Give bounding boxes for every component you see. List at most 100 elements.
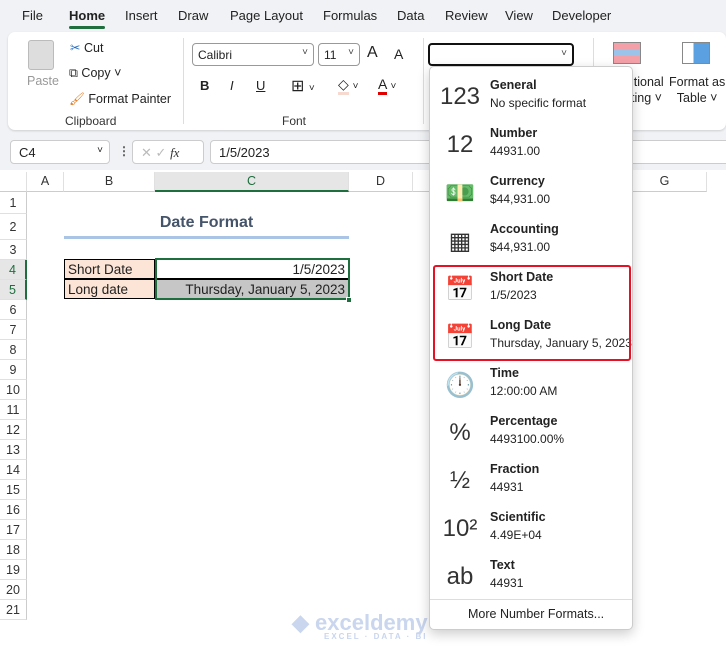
format-option-time[interactable]: 🕛 Time 12:00:00 AM	[430, 361, 632, 409]
scientific-icon: 10²	[442, 515, 478, 542]
row-header-21[interactable]: 21	[0, 600, 27, 620]
row-header-2[interactable]: 2	[0, 214, 27, 240]
cell-b4[interactable]: Short Date	[64, 259, 155, 279]
row-header-16[interactable]: 16	[0, 500, 27, 520]
row-header-3[interactable]: 3	[0, 240, 27, 260]
row-header-4[interactable]: 4	[0, 260, 27, 280]
insert-function-button[interactable]: fx	[170, 145, 179, 160]
format-table-label-2: Table	[676, 91, 707, 105]
tab-page-layout[interactable]: Page Layout	[230, 8, 303, 23]
format-option-currency[interactable]: 💵 Currency $44,931.00	[430, 169, 632, 217]
row-header-13[interactable]: 13	[0, 440, 27, 460]
font-group-label: Font	[282, 114, 307, 128]
format-name: Time	[490, 366, 519, 380]
format-option-accounting[interactable]: ▦ Accounting $44,931.00	[430, 217, 632, 265]
font-color-icon: A	[378, 76, 387, 95]
decrease-font-button[interactable]: A	[394, 46, 403, 62]
highlight-box	[433, 265, 631, 361]
cancel-icon[interactable]: ✕	[141, 145, 152, 160]
conditional-label-1: itional	[631, 75, 664, 89]
clock-icon: 🕛	[445, 371, 475, 399]
tab-data[interactable]: Data	[397, 8, 424, 23]
row-header-6[interactable]: 6	[0, 300, 27, 320]
more-options-icon[interactable]: ⋮	[118, 144, 130, 158]
format-option-fraction[interactable]: ½ Fraction 44931	[430, 457, 632, 505]
row-header-8[interactable]: 8	[0, 340, 27, 360]
cut-button[interactable]: ✂ Cut	[70, 40, 103, 55]
tab-home[interactable]: Home	[69, 8, 106, 29]
number-format-select[interactable]: ˅	[428, 43, 574, 66]
conditional-label-2: ting	[631, 91, 652, 105]
format-option-scientific[interactable]: 10² Scientific 4.49E+04	[430, 505, 632, 553]
tab-insert[interactable]: Insert	[125, 8, 158, 23]
column-header-c[interactable]: C	[155, 172, 349, 192]
tab-draw[interactable]: Draw	[178, 8, 208, 23]
tab-formulas[interactable]: Formulas	[323, 8, 377, 23]
italic-button[interactable]: I	[230, 78, 234, 93]
row-header-9[interactable]: 9	[0, 360, 27, 380]
format-example: 4.49E+04	[490, 528, 542, 542]
chevron-down-icon: ˅	[561, 48, 567, 59]
fill-color-button[interactable]: ◇ ˅	[338, 76, 359, 95]
name-box[interactable]: C4 ˅	[10, 140, 110, 164]
row-header-12[interactable]: 12	[0, 420, 27, 440]
row-header-1[interactable]: 1	[0, 192, 27, 214]
tab-review[interactable]: Review	[445, 8, 488, 23]
row-header-17[interactable]: 17	[0, 520, 27, 540]
text-icon: ab	[446, 563, 474, 590]
conditional-formatting-icon	[613, 42, 641, 64]
tab-developer[interactable]: Developer	[552, 8, 611, 23]
fraction-icon: ½	[449, 467, 470, 494]
watermark-tagline: EXCEL · DATA · BI	[324, 632, 428, 641]
row-header-18[interactable]: 18	[0, 540, 27, 560]
font-size-select[interactable]: 11 ˅	[318, 43, 360, 66]
row-header-7[interactable]: 7	[0, 320, 27, 340]
format-option-general[interactable]: 123 General No specific format	[430, 73, 632, 121]
scissors-icon: ✂	[70, 41, 81, 55]
fill-handle[interactable]	[346, 297, 352, 303]
format-example: No specific format	[490, 96, 587, 110]
name-box-value: C4	[19, 145, 36, 160]
borders-icon: ⊞	[291, 78, 305, 95]
format-name: Percentage	[490, 414, 558, 428]
conditional-formatting-button[interactable]: itional ting ˅	[631, 74, 664, 106]
format-option-text[interactable]: ab Text 44931	[430, 553, 632, 601]
row-header-20[interactable]: 20	[0, 580, 27, 600]
underline-button[interactable]: U	[256, 78, 265, 93]
row-header-11[interactable]: 11	[0, 400, 27, 420]
cell-b5[interactable]: Long date	[64, 279, 155, 299]
row-header-19[interactable]: 19	[0, 560, 27, 580]
font-color-button[interactable]: A ˅	[378, 76, 396, 95]
format-option-number[interactable]: 12 Number 44931.00	[430, 121, 632, 169]
row-header-10[interactable]: 10	[0, 380, 27, 400]
font-name-select[interactable]: Calibri ˅	[192, 43, 314, 66]
paste-button[interactable]: Paste	[27, 74, 59, 88]
column-header-d[interactable]: D	[349, 172, 413, 192]
row-header-14[interactable]: 14	[0, 460, 27, 480]
tab-view[interactable]: View	[505, 8, 533, 23]
format-option-percentage[interactable]: % Percentage 4493100.00%	[430, 409, 632, 457]
column-header-b[interactable]: B	[64, 172, 155, 192]
copy-button[interactable]: ⧉ Copy ˅	[69, 66, 121, 81]
increase-font-button[interactable]: A	[367, 44, 378, 62]
format-table-label-1: Format as	[669, 75, 726, 89]
more-number-formats-link[interactable]: More Number Formats...	[468, 607, 604, 621]
copy-label: Copy	[81, 66, 111, 80]
column-header-g[interactable]: G	[623, 172, 707, 192]
row-header-5[interactable]: 5	[0, 280, 27, 300]
row-header-15[interactable]: 15	[0, 480, 27, 500]
format-example: $44,931.00	[490, 192, 551, 206]
format-as-table-button[interactable]: Format as Table ˅	[669, 74, 725, 106]
paste-icon	[28, 40, 54, 70]
enter-icon[interactable]: ✓	[156, 145, 167, 160]
formula-buttons: ✕ ✓ fx	[132, 140, 204, 164]
format-name: General	[490, 78, 537, 92]
tab-file[interactable]: File	[22, 8, 43, 23]
select-all-button[interactable]	[0, 172, 27, 192]
bold-button[interactable]: B	[200, 78, 209, 93]
column-header-a[interactable]: A	[27, 172, 64, 192]
format-painter-button[interactable]: 🖌 Format Painter	[69, 92, 171, 107]
borders-button[interactable]: ⊞ ˅	[291, 76, 315, 96]
accounting-icon: ▦	[448, 227, 472, 255]
brush-icon: 🖌	[69, 92, 85, 106]
